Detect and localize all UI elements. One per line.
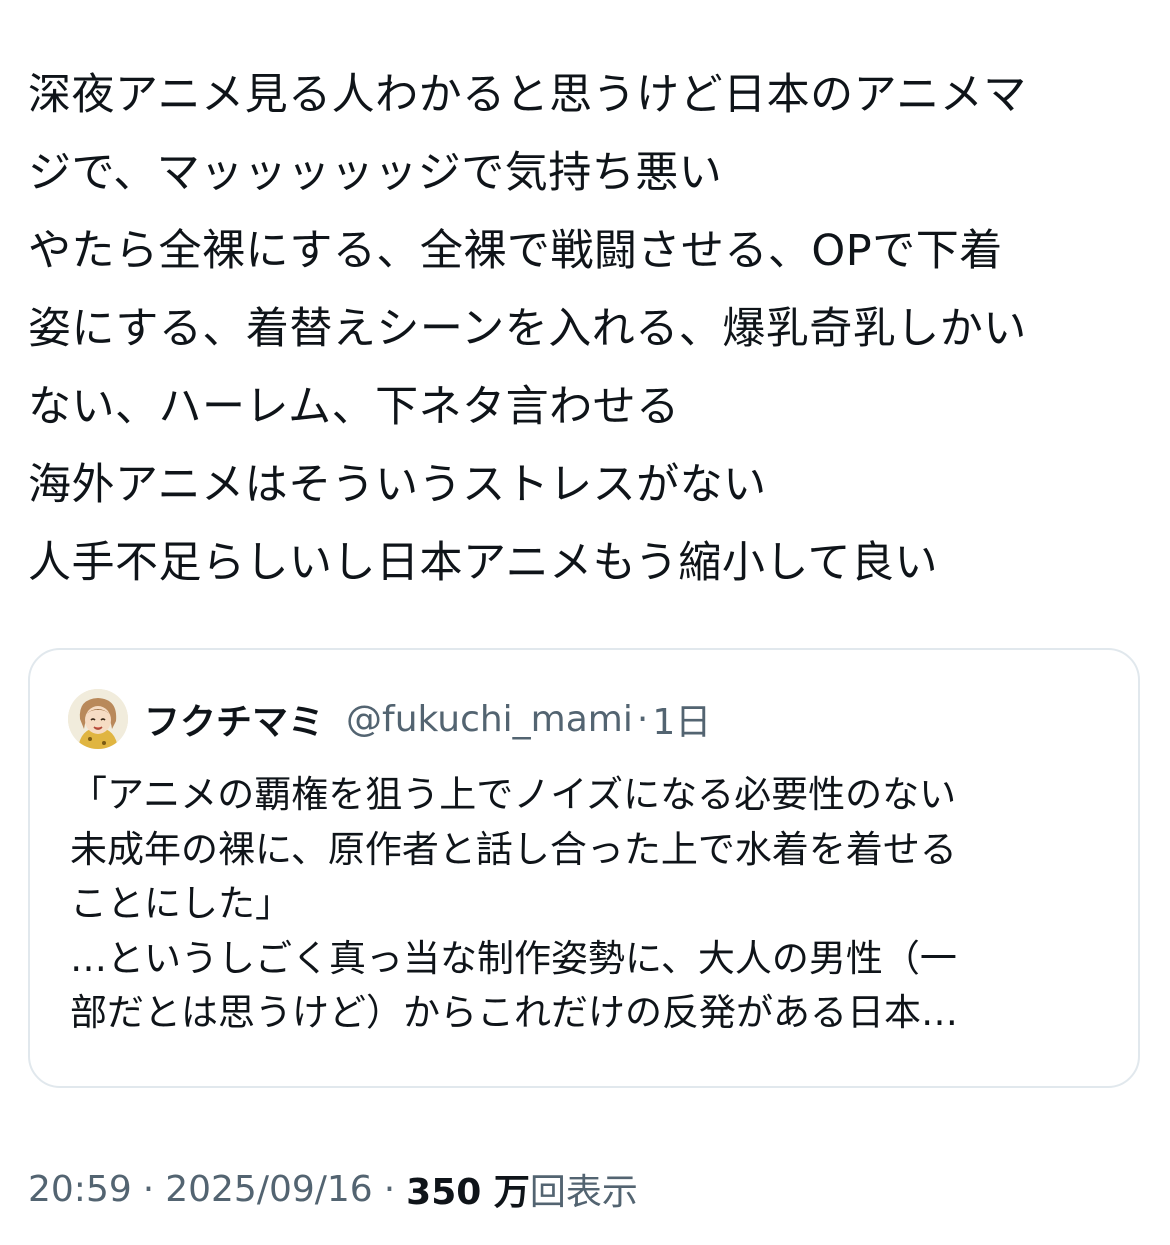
illustrated-avatar-icon[interactable] xyxy=(68,689,128,749)
tweet-text-line: ない、ハーレム、下ネタ言わせる xyxy=(28,382,680,432)
quoted-post-header: フクチマミ @fukuchi_mami · 1日 xyxy=(68,688,711,750)
quoted-text-line: 「アニメの覇権を狙う上でノイズになる必要性のない xyxy=(70,773,957,816)
quoted-text-line: …というしごく真っ当な制作姿勢に、大人の男性（一 xyxy=(70,936,957,980)
tweet-text-line: 人手不足らしいし日本アニメもう縮小して良い xyxy=(28,538,939,588)
post-metadata: 20:59 · 2025/09/16 · 350 万 回表示 xyxy=(28,1162,638,1216)
separator-dot: · xyxy=(142,1168,155,1210)
quoted-post-card[interactable]: フクチマミ @fukuchi_mami · 1日 「アニメの覇権を狙う上でノイズ… xyxy=(28,648,1140,1088)
tweet-text: 深夜アニメ見る人わかると思うけど日本のアニメマ ジで、マッッッッッジで気持ち悪い… xyxy=(28,56,1148,602)
separator-dot: · xyxy=(636,698,649,740)
quoted-text-line: 部だとは思うけど）からこれだけの反発がある日本… xyxy=(70,991,958,1034)
quoted-text-line: ことにした」 xyxy=(70,882,292,925)
post-time[interactable]: 20:59 xyxy=(28,1169,132,1210)
tweet-text-line: 深夜アニメ見る人わかると思うけど日本のアニメマ xyxy=(28,70,1027,120)
views-count: 350 万 xyxy=(406,1172,530,1213)
tweet-text-line: 姿にする、着替えシーンを入れる、爆乳奇乳しかい xyxy=(28,304,1027,354)
tweet-text-line: やたら全裸にする、全裸で戦闘させる、OPで下着 xyxy=(28,226,1003,276)
quoted-post-text: 「アニメの覇権を狙う上でノイズになる必要性のない 未成年の裸に、原作者と話し合っ… xyxy=(70,768,1110,1041)
tweet-text-line: ジで、マッッッッッジで気持ち悪い xyxy=(28,148,723,198)
quoted-author-handle[interactable]: @fukuchi_mami xyxy=(346,699,633,740)
quoted-text-line: 未成年の裸に、原作者と話し合った上で水着を着せる xyxy=(70,827,957,871)
post-date[interactable]: 2025/09/16 xyxy=(165,1169,373,1210)
tweet-text-line: 海外アニメはそういうストレスがない xyxy=(28,460,767,510)
quoted-post-age[interactable]: 1日 xyxy=(652,693,711,745)
quoted-author-name[interactable]: フクチマミ xyxy=(144,693,324,745)
views-label: 回表示 xyxy=(529,1172,638,1213)
separator-dot: · xyxy=(383,1168,396,1210)
